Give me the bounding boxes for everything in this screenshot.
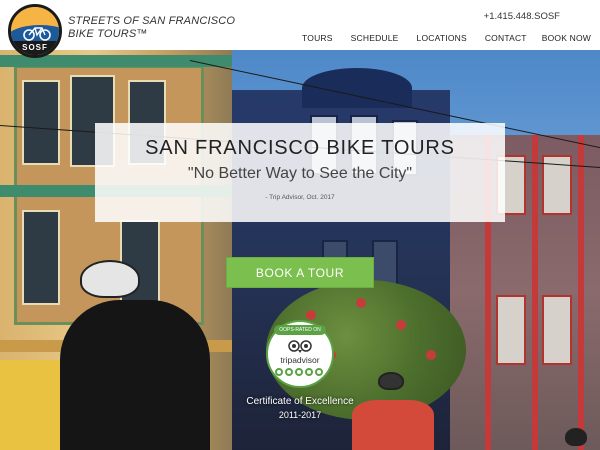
- helmet: [378, 372, 404, 390]
- rating-dots: [275, 368, 323, 376]
- hero-quote: "No Better Way to See the City": [187, 165, 413, 182]
- flower: [426, 350, 436, 360]
- flower: [356, 298, 366, 308]
- site-header: SOSF STREETS OF SAN FRANCISCO BIKE TOURS…: [0, 0, 600, 58]
- logo-band: SOSF: [11, 41, 59, 55]
- rating-dot: [285, 368, 293, 376]
- rating-dot: [305, 368, 313, 376]
- rating-dot: [315, 368, 323, 376]
- flower: [306, 310, 316, 320]
- hero-section: OOPS-RATED ON tripadvisor Certificate of…: [0, 50, 600, 450]
- house-window: [22, 210, 60, 305]
- brand-line-1: STREETS OF SAN FRANCISCO: [68, 15, 236, 27]
- hero-attribution: - Trip Advisor, Oct. 2017: [265, 194, 335, 201]
- flower: [396, 320, 406, 330]
- logo-text: SOSF: [22, 43, 48, 52]
- helmet: [565, 428, 587, 446]
- badge-brand: tripadvisor: [280, 355, 320, 365]
- nav-schedule[interactable]: SCHEDULE: [351, 33, 399, 43]
- badge-ribbon: OOPS-RATED ON: [274, 325, 326, 335]
- tripadvisor-badge[interactable]: OOPS-RATED ON tripadvisor: [266, 320, 334, 388]
- house-window: [496, 295, 526, 365]
- cyclist-left: [60, 300, 210, 450]
- certificate-label: Certificate of Excellence: [246, 396, 354, 407]
- house-column: [578, 135, 584, 450]
- nav-tours[interactable]: TOURS: [302, 33, 333, 43]
- phone-number[interactable]: +1.415.448.SOSF: [484, 11, 560, 22]
- helmet: [80, 260, 140, 298]
- bicycle-icon: [23, 27, 51, 41]
- house-window: [22, 80, 60, 165]
- book-a-tour-button[interactable]: BOOK A TOUR: [226, 257, 374, 288]
- tripadvisor-owl-icon: [288, 340, 312, 353]
- nav-contact[interactable]: CONTACT: [485, 33, 527, 43]
- certificate-years: 2011-2017: [278, 410, 322, 420]
- rating-dot: [275, 368, 283, 376]
- sosf-logo[interactable]: SOSF: [8, 4, 62, 58]
- house-window: [542, 295, 572, 365]
- brand-line-2: BIKE TOURS™: [68, 28, 148, 40]
- nav-locations[interactable]: LOCATIONS: [417, 33, 467, 43]
- main-nav: TOURS SCHEDULE LOCATIONS CONTACT BOOK NO…: [302, 33, 591, 43]
- hero-title: SAN FRANCISCO BIKE TOURS: [145, 137, 455, 159]
- cyclist-right: [352, 400, 434, 450]
- rating-dot: [295, 368, 303, 376]
- hero-title-box: SAN FRANCISCO BIKE TOURS "No Better Way …: [95, 123, 505, 222]
- nav-book-now[interactable]: BOOK NOW: [542, 33, 591, 43]
- house-column: [532, 135, 538, 450]
- brand-name[interactable]: STREETS OF SAN FRANCISCO BIKE TOURS™: [68, 15, 235, 41]
